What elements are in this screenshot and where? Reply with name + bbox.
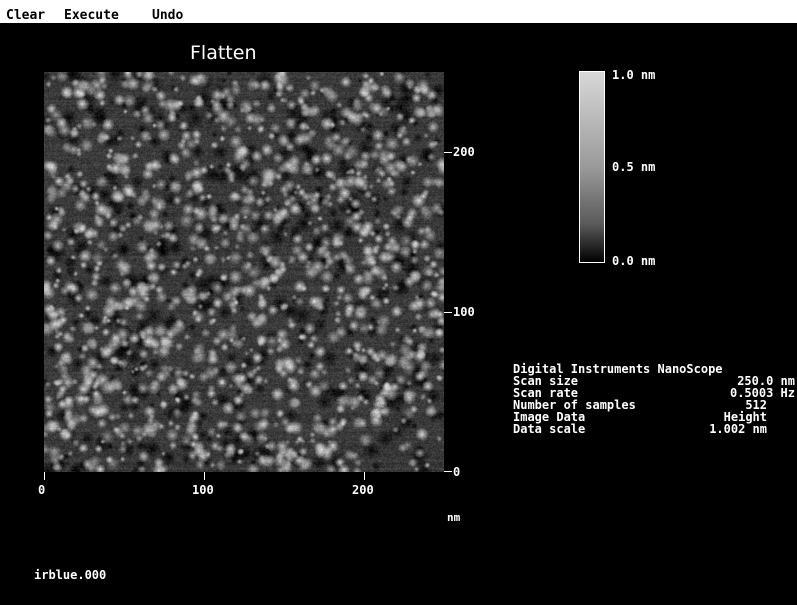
info-value: 1.002 nm	[709, 422, 767, 436]
menu-clear[interactable]: Clear	[6, 9, 45, 23]
x-axis-unit: nm	[447, 511, 461, 524]
afm-height-image[interactable]	[44, 72, 444, 472]
info-row-data-scale: Data scale 1.002 nm	[513, 423, 795, 435]
image-title: Flatten	[190, 42, 257, 64]
x-tick-200	[364, 472, 365, 480]
y-tick-100	[444, 312, 452, 313]
afm-scan-canvas	[44, 72, 444, 472]
colorbar-min-label: 0.0 nm	[612, 254, 656, 268]
x-label-0: 0	[38, 483, 46, 497]
y-label-200: 200	[453, 145, 475, 159]
y-label-0: 0	[453, 465, 461, 479]
colorbar-max-label: 1.0 nm	[612, 68, 656, 82]
height-color-scale	[579, 71, 605, 263]
x-tick-0	[44, 472, 45, 480]
info-key: Data scale	[513, 422, 586, 436]
file-name: irblue.000	[34, 568, 107, 582]
x-label-100: 100	[192, 483, 214, 497]
y-tick-200	[444, 152, 452, 153]
menu-bar: Clear Execute Undo	[0, 0, 797, 24]
menu-execute[interactable]: Execute	[64, 9, 119, 23]
y-label-100: 100	[453, 305, 475, 319]
colorbar-mid-label: 0.5 nm	[612, 160, 656, 174]
nanoscope-display: Flatten 200 100 0 0 100 200 nm 1.0 nm 0.…	[0, 24, 797, 605]
x-label-200: 200	[352, 483, 374, 497]
x-tick-100	[204, 472, 205, 480]
y-tick-0	[444, 471, 452, 472]
scan-parameters: Digital Instruments NanoScope Scan size …	[513, 363, 795, 435]
menu-undo[interactable]: Undo	[152, 9, 183, 23]
